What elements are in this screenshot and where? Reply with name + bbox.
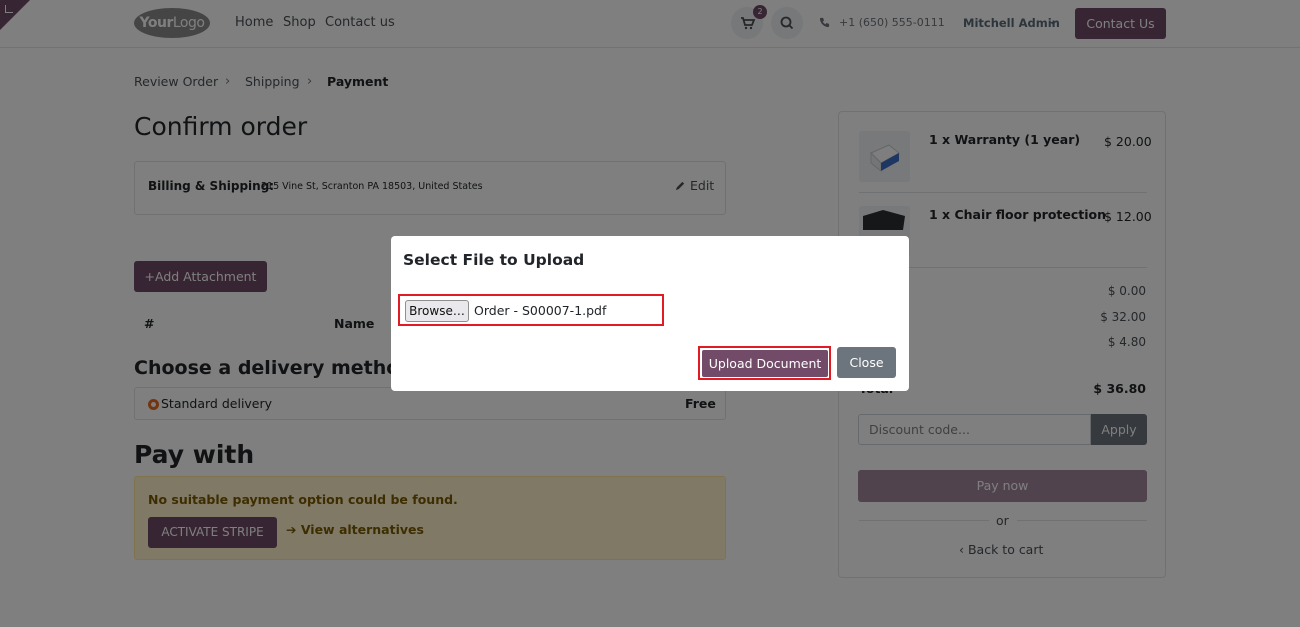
dialog-title: Select File to Upload — [403, 251, 585, 269]
upload-document-button[interactable]: Upload Document — [702, 350, 828, 377]
browse-button[interactable]: Browse… — [405, 300, 469, 322]
upload-file-dialog: Select File to Upload Browse… Order - S0… — [391, 236, 909, 391]
close-dialog-button[interactable]: Close — [837, 347, 896, 378]
upload-highlight-frame: Upload Document — [698, 346, 831, 380]
selected-file-name: Order - S00007-1.pdf — [474, 303, 607, 318]
file-input-field[interactable]: Browse… Order - S00007-1.pdf — [398, 294, 664, 326]
